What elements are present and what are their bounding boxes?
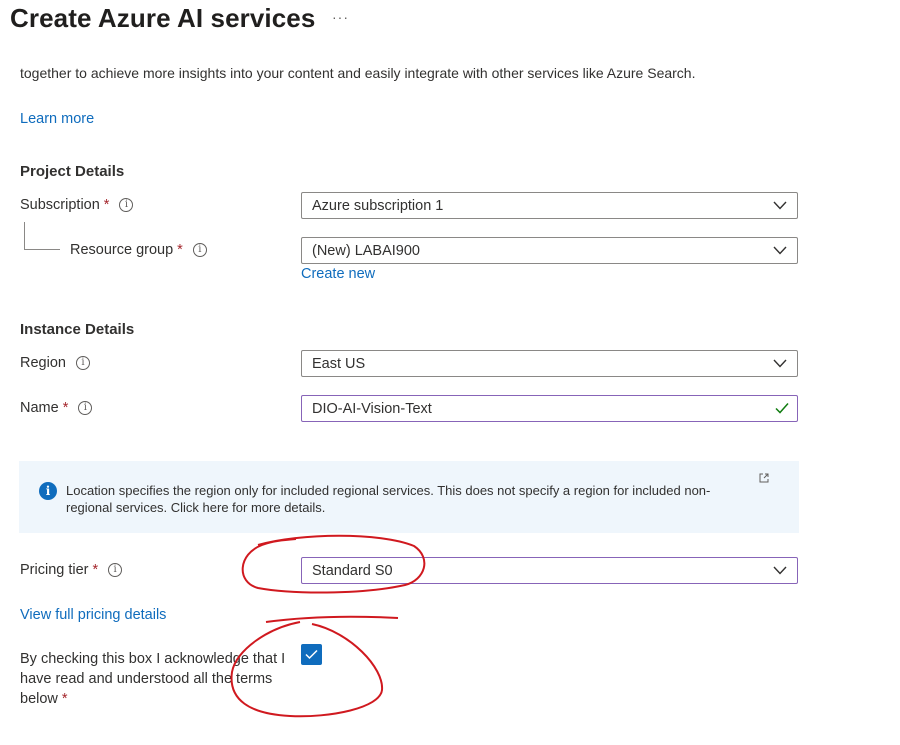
- subscription-label-text: Subscription: [20, 197, 100, 213]
- region-label: Region i: [20, 355, 90, 371]
- required-asterisk: *: [92, 562, 99, 578]
- chevron-down-icon: [773, 566, 787, 575]
- info-filled-icon: i: [39, 482, 57, 500]
- acknowledge-label: By checking this box I acknowledge that …: [20, 649, 300, 709]
- pricing-tier-dropdown[interactable]: Standard S0: [301, 557, 798, 584]
- more-options-button[interactable]: ···: [332, 9, 349, 25]
- required-asterisk: *: [61, 691, 68, 707]
- pricing-tier-label-text: Pricing tier: [20, 562, 89, 578]
- acknowledge-checkbox[interactable]: [301, 644, 322, 665]
- view-pricing-details-link[interactable]: View full pricing details: [20, 607, 166, 623]
- chevron-down-icon: [773, 246, 787, 255]
- name-label: Name * i: [20, 400, 93, 416]
- chevron-down-icon: [773, 201, 787, 210]
- name-input[interactable]: DIO-AI-Vision-Text: [301, 395, 798, 422]
- page-title: Create Azure AI services: [10, 3, 316, 33]
- resource-group-dropdown[interactable]: (New) LABAI900: [301, 237, 798, 264]
- region-dropdown[interactable]: East US: [301, 350, 798, 377]
- info-icon[interactable]: i: [78, 401, 93, 415]
- chevron-down-icon: [773, 359, 787, 368]
- info-icon[interactable]: i: [75, 356, 90, 370]
- info-message-text[interactable]: Location specifies the region only for i…: [66, 482, 756, 516]
- annotation-line-pricing: [265, 615, 399, 623]
- instance-details-title: Instance Details: [20, 321, 135, 338]
- subscription-label: Subscription * i: [20, 197, 134, 213]
- subscription-dropdown[interactable]: Azure subscription 1: [301, 192, 798, 219]
- tree-connector: [24, 222, 60, 250]
- resource-group-label-text: Resource group: [70, 242, 174, 258]
- resource-group-label: Resource group * i: [70, 242, 207, 258]
- info-message-box: i Location specifies the region only for…: [19, 461, 799, 533]
- required-asterisk: *: [177, 242, 183, 258]
- info-icon[interactable]: i: [119, 198, 134, 212]
- pricing-tier-label: Pricing tier * i: [20, 562, 123, 578]
- name-label-text: Name: [20, 400, 59, 416]
- pricing-tier-value: Standard S0: [312, 562, 393, 579]
- resource-group-value: (New) LABAI900: [312, 242, 420, 259]
- required-asterisk: *: [62, 400, 69, 416]
- checkmark-icon: [775, 403, 789, 414]
- info-icon[interactable]: i: [192, 243, 207, 257]
- acknowledge-text: By checking this box I acknowledge that …: [20, 651, 286, 707]
- region-label-text: Region: [20, 355, 66, 371]
- project-details-title: Project Details: [20, 163, 125, 180]
- checkmark-icon: [305, 649, 318, 660]
- intro-description: together to achieve more insights into y…: [20, 65, 696, 81]
- required-asterisk: *: [103, 197, 110, 213]
- create-new-link[interactable]: Create new: [301, 266, 375, 282]
- name-value: DIO-AI-Vision-Text: [312, 400, 432, 417]
- external-link-icon[interactable]: [759, 473, 769, 483]
- region-value: East US: [312, 355, 366, 372]
- subscription-value: Azure subscription 1: [312, 197, 444, 214]
- learn-more-link[interactable]: Learn more: [20, 111, 94, 127]
- info-icon[interactable]: i: [108, 563, 123, 577]
